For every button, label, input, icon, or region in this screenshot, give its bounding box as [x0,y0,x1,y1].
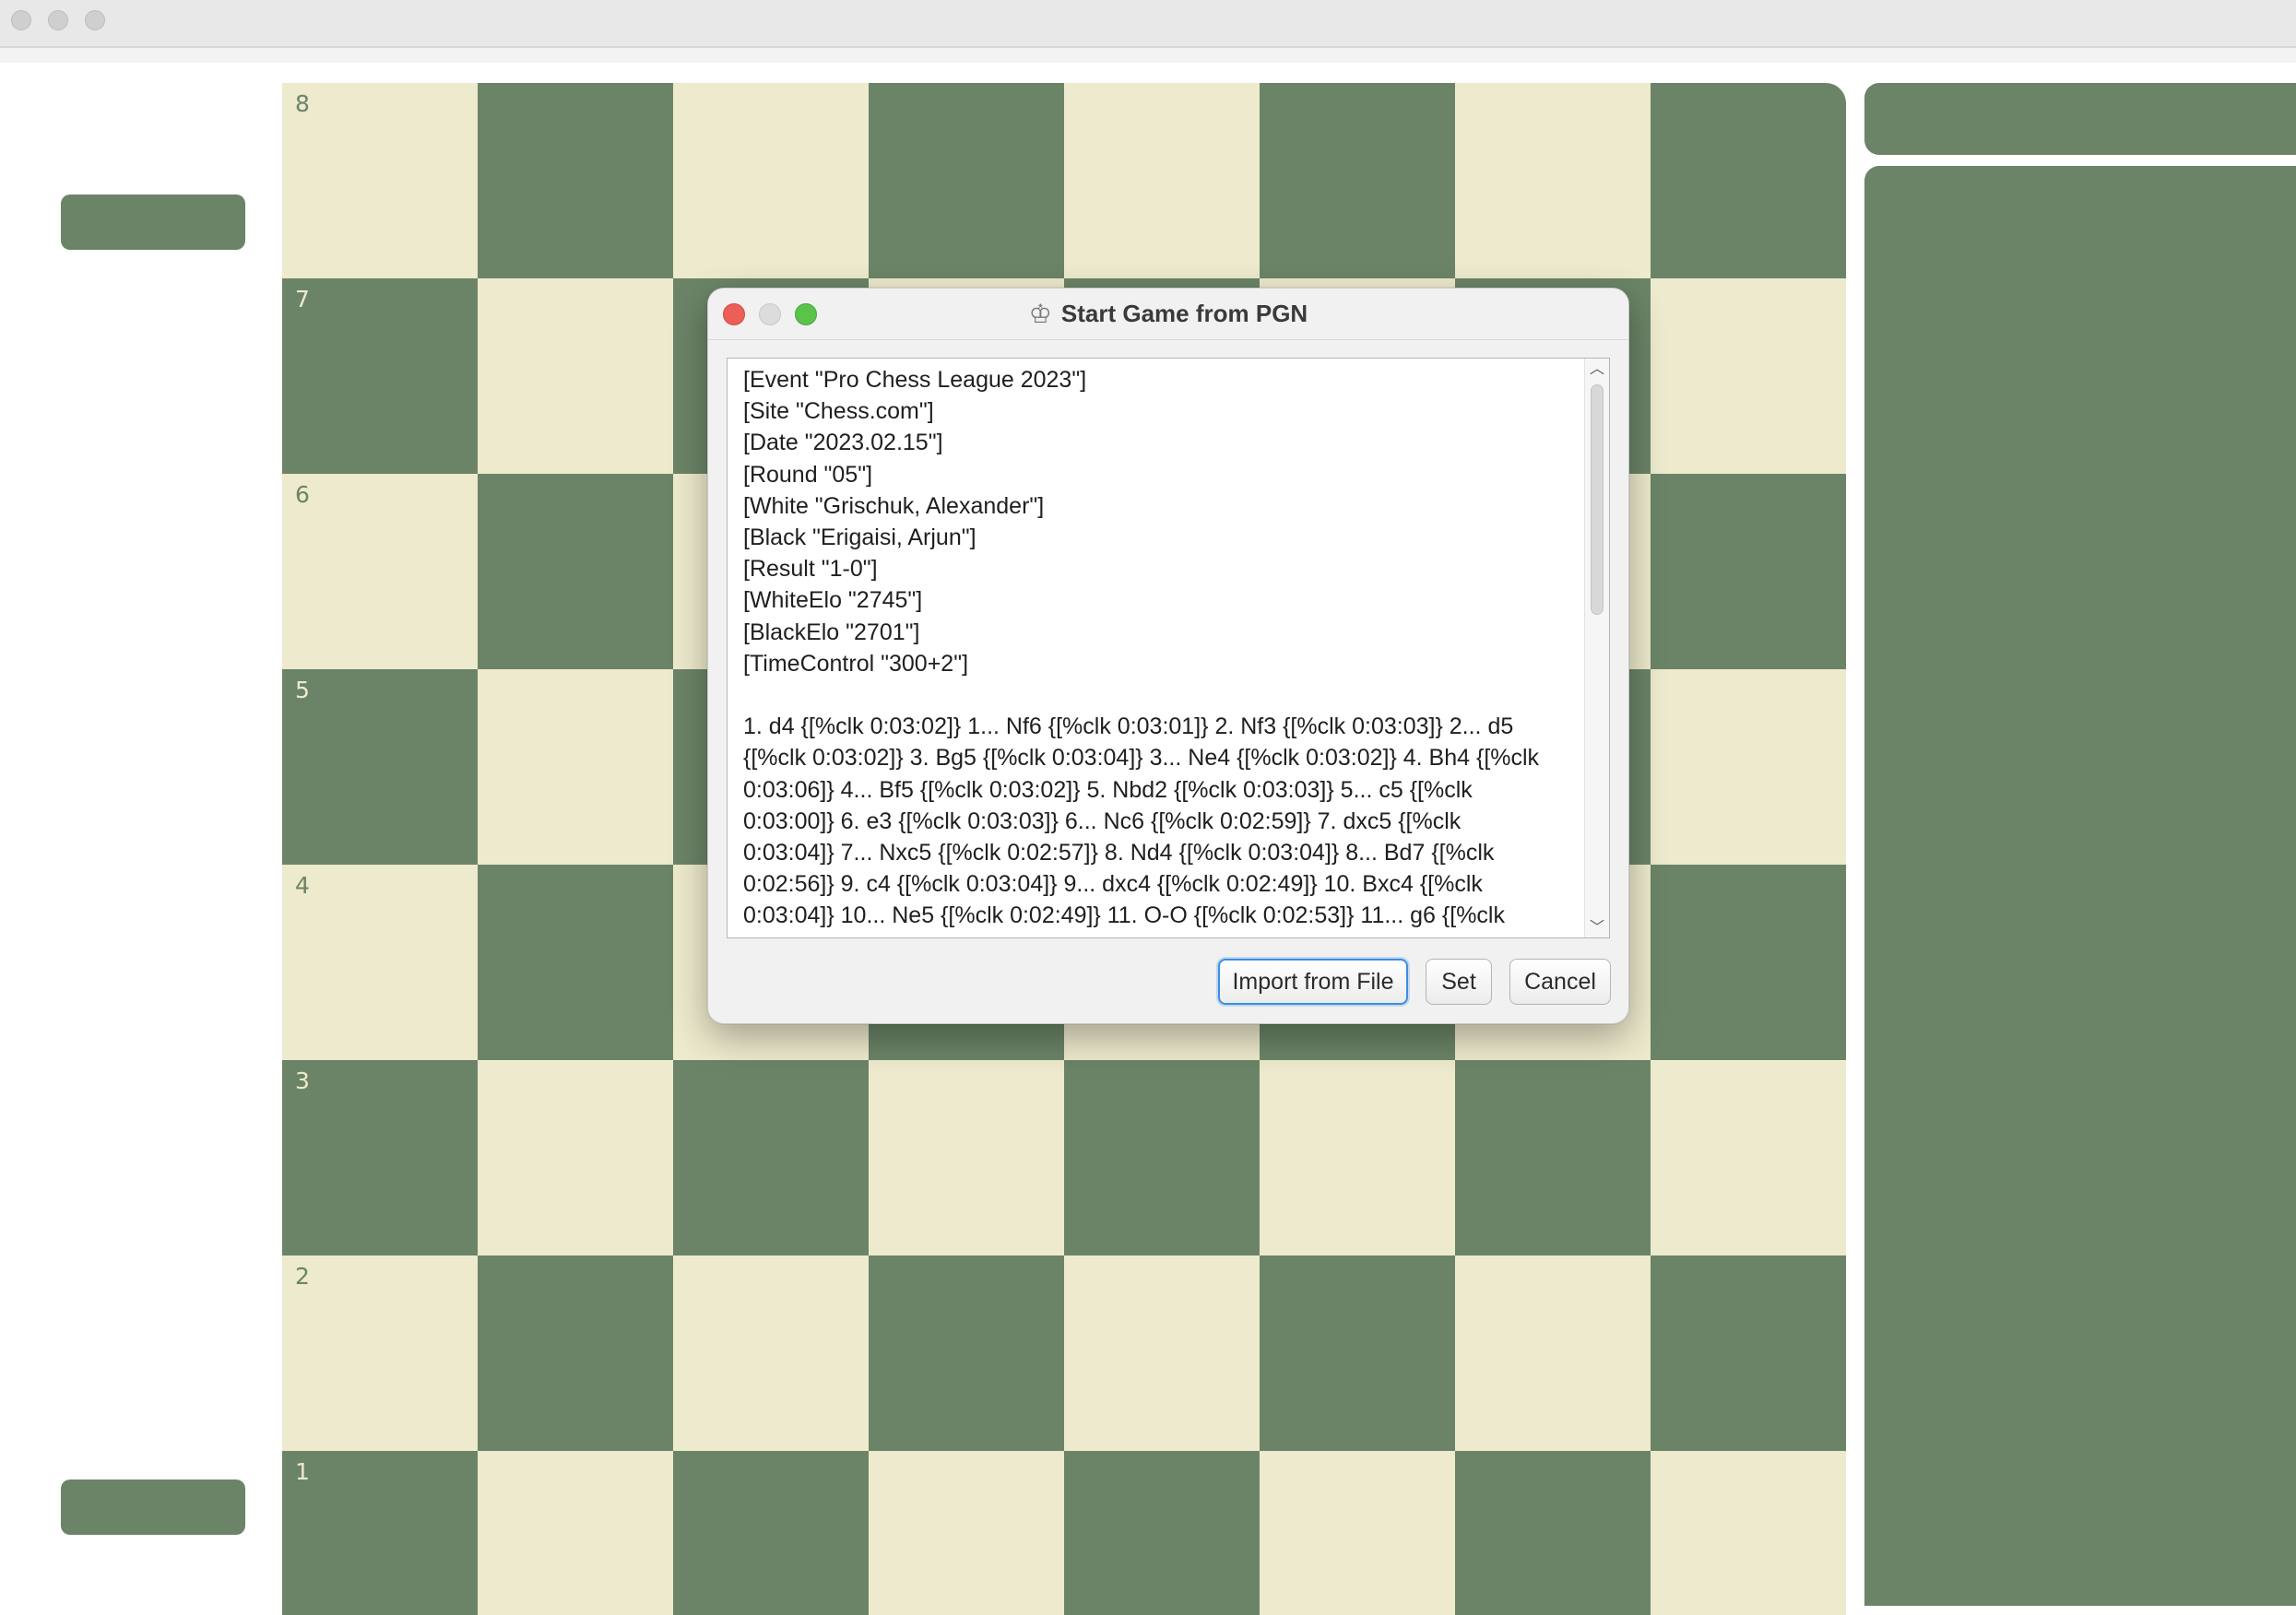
board-square[interactable] [673,1451,869,1615]
scroll-down-icon[interactable]: ﹀ [1585,917,1609,937]
board-square[interactable] [1064,1060,1260,1255]
board-square[interactable] [1651,865,1846,1060]
board-square[interactable]: 5 [282,669,478,865]
chess-king-icon: ♔ [1028,299,1052,329]
board-square[interactable] [1064,1451,1260,1615]
board-square[interactable] [1651,1060,1846,1255]
dialog-title: ♔ Start Game from PGN [708,289,1628,339]
cancel-button[interactable]: Cancel [1509,959,1611,1005]
board-square[interactable] [1651,1451,1846,1615]
board-square[interactable] [1455,1451,1651,1615]
board-square[interactable] [478,1060,673,1255]
board-square[interactable]: 7 [282,278,478,474]
rank-label: 8 [295,90,310,117]
board-square[interactable]: 3 [282,1060,478,1255]
board-square[interactable] [1455,1060,1651,1255]
board-square[interactable] [1260,1255,1455,1451]
board-square[interactable]: 2 [282,1255,478,1451]
board-square[interactable] [869,1255,1064,1451]
rank-label: 6 [295,481,310,508]
window-zoom-button[interactable] [85,10,105,30]
rank-label: 4 [295,872,310,899]
board-square[interactable] [1064,83,1260,278]
board-square[interactable] [1651,83,1846,278]
scroll-up-icon[interactable]: ︿ [1585,359,1609,379]
board-square[interactable] [478,1255,673,1451]
scrollbar-thumb[interactable] [1591,384,1604,615]
board-square[interactable] [673,83,869,278]
board-square[interactable]: 4 [282,865,478,1060]
rank-label: 5 [295,677,310,703]
board-square[interactable] [869,1451,1064,1615]
board-square[interactable] [478,278,673,474]
pgn-dialog: ♔ Start Game from PGN [Event "Pro Chess … [707,288,1629,1024]
board-square[interactable] [1260,1060,1455,1255]
window-minimize-button[interactable] [48,10,68,30]
set-button[interactable]: Set [1426,959,1492,1005]
board-square[interactable] [1651,669,1846,865]
board-square[interactable] [478,669,673,865]
board-square[interactable] [673,1060,869,1255]
pgn-textarea[interactable]: [Event "Pro Chess League 2023"] [Site "C… [727,358,1610,938]
board-square[interactable] [869,83,1064,278]
board-square[interactable] [478,474,673,669]
rank-label: 7 [295,286,310,312]
rank-label: 1 [295,1458,310,1485]
board-square[interactable] [1260,1451,1455,1615]
board-square[interactable]: 6 [282,474,478,669]
board-square[interactable]: 8 [282,83,478,278]
board-square[interactable] [478,83,673,278]
toolbar-area [0,48,2296,63]
board-square[interactable] [1260,83,1455,278]
top-player-button[interactable] [61,195,245,250]
dialog-title-text: Start Game from PGN [1060,300,1308,327]
import-from-file-button[interactable]: Import from File [1218,959,1408,1005]
pgn-scrollbar[interactable]: ︿ ﹀ [1584,359,1609,937]
pgn-text[interactable]: [Event "Pro Chess League 2023"] [Site "C… [743,364,1545,932]
bottom-player-button[interactable] [61,1479,245,1535]
board-square[interactable] [478,1451,673,1615]
window-titlebar [0,0,2296,48]
board-square[interactable] [1455,83,1651,278]
window-close-button[interactable] [11,10,31,30]
board-square[interactable] [1064,1255,1260,1451]
rank-label: 2 [295,1263,310,1290]
move-list-panel [1864,166,2296,1606]
board-square[interactable] [1455,1255,1651,1451]
board-square[interactable] [869,1060,1064,1255]
rank-label: 3 [295,1067,310,1094]
board-square[interactable] [1651,1255,1846,1451]
right-panel-header [1864,83,2296,155]
board-square[interactable] [1651,278,1846,474]
board-square[interactable] [478,865,673,1060]
board-square[interactable] [1651,474,1846,669]
board-square[interactable]: 1 [282,1451,478,1615]
board-square[interactable] [673,1255,869,1451]
dialog-titlebar: ♔ Start Game from PGN [708,289,1628,340]
